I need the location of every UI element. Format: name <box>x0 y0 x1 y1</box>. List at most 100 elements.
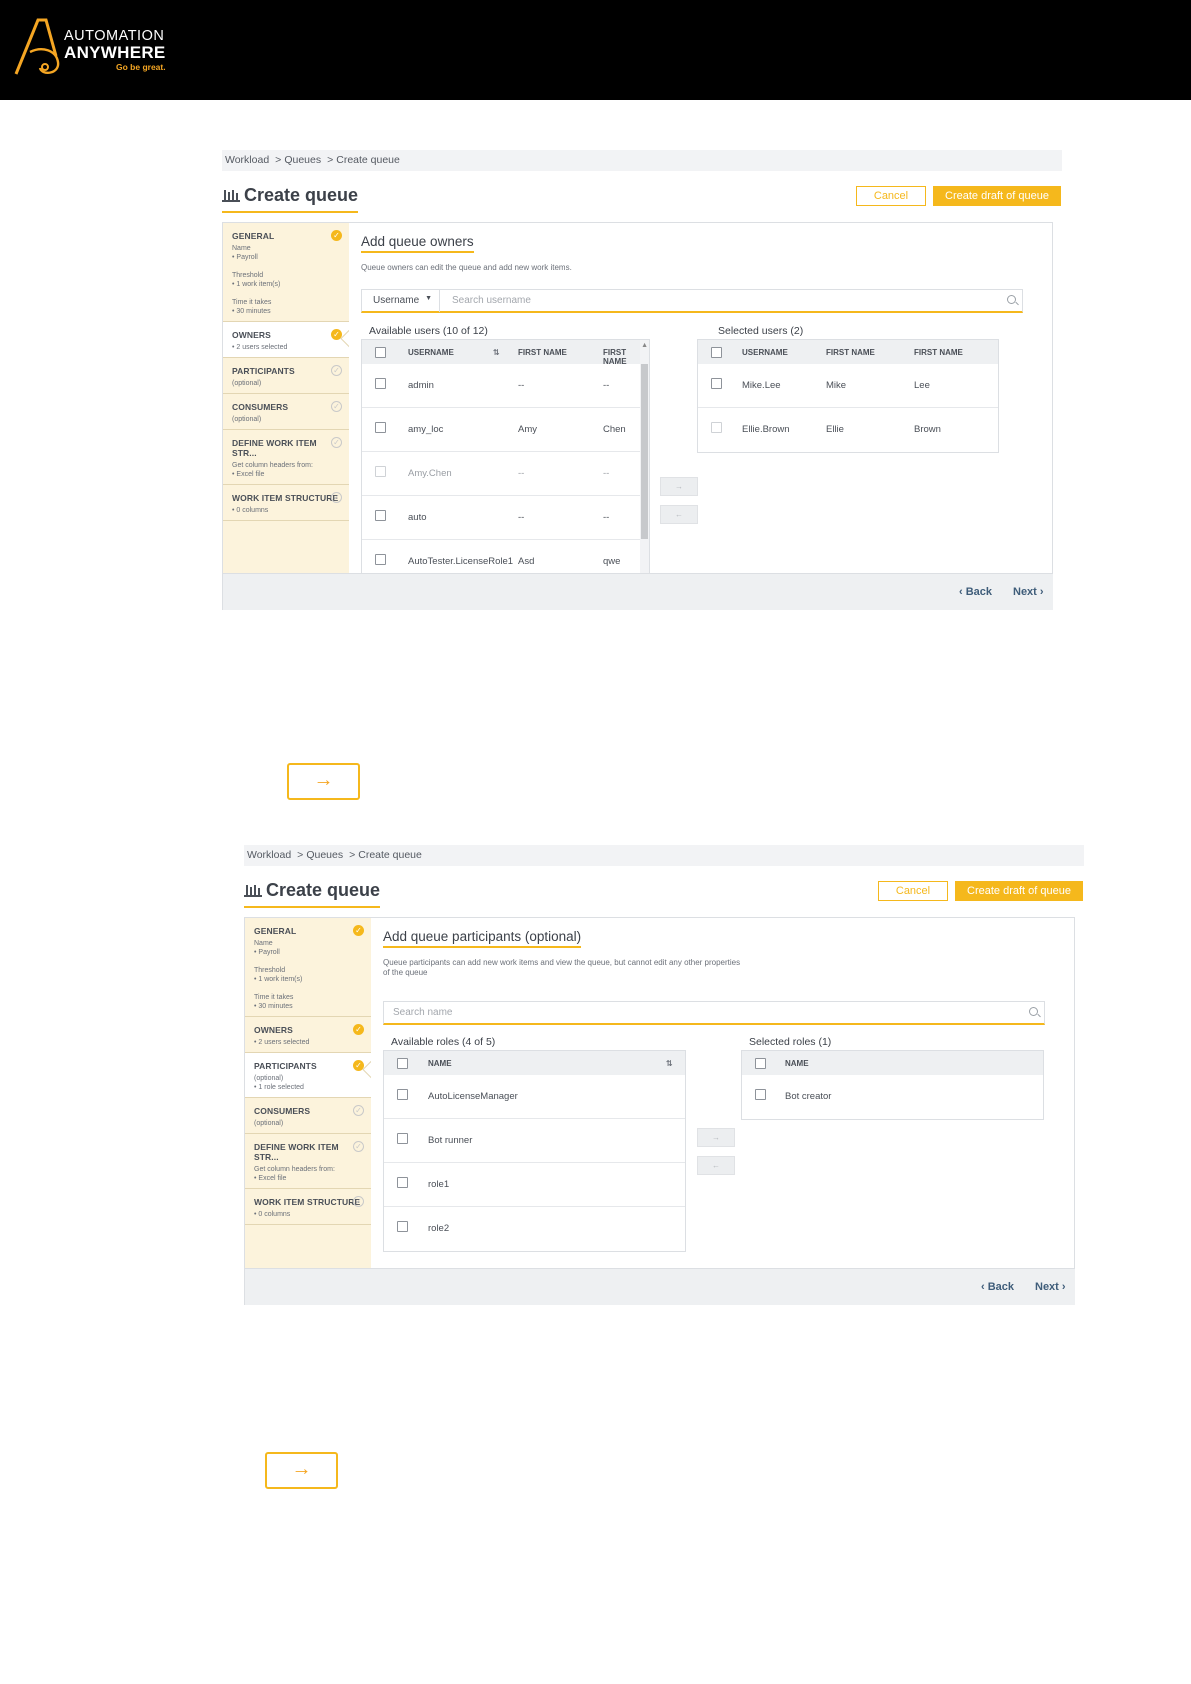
row-checkbox[interactable] <box>397 1133 408 1144</box>
next-button[interactable]: Next › <box>1013 586 1044 598</box>
cell-username: Mike.Lee <box>742 380 781 391</box>
cancel-button[interactable]: Cancel <box>878 881 948 901</box>
sidebar-step[interactable]: GENERAL Name • Payroll Threshold • 1 work… <box>223 223 349 322</box>
cell-first-name: -- <box>518 380 525 391</box>
scroll-up-icon[interactable]: ▲ <box>641 342 648 349</box>
column-name[interactable]: NAME <box>428 1059 452 1068</box>
row-checkbox[interactable] <box>711 378 722 389</box>
move-right-button[interactable]: → <box>660 477 698 496</box>
table-row[interactable]: Bot runner <box>384 1119 685 1163</box>
sidebar-step[interactable]: DEFINE WORK ITEM STR... Get column header… <box>223 430 349 485</box>
row-checkbox[interactable] <box>375 554 386 565</box>
sidebar-step-title: PARTICIPANTS <box>232 366 295 376</box>
sidebar-step-title: WORK ITEM STRUCTURE <box>254 1197 361 1207</box>
table-row[interactable]: Mike.Lee Mike Lee <box>698 364 998 408</box>
column-first-name[interactable]: FIRST NAME <box>518 348 567 357</box>
check-circle-icon: ✓ <box>331 329 342 340</box>
breadcrumb-current: Create queue <box>336 154 400 166</box>
column-first-name[interactable]: FIRST NAME <box>826 348 875 357</box>
breadcrumb-workload[interactable]: Workload <box>247 849 291 861</box>
row-checkbox[interactable] <box>755 1089 766 1100</box>
select-all-checkbox[interactable] <box>755 1058 766 1069</box>
row-checkbox[interactable] <box>711 422 722 433</box>
check-circle-icon: ✓ <box>331 492 342 503</box>
check-circle-icon: ✓ <box>353 925 364 936</box>
sidebar-step[interactable]: WORK ITEM STRUCTURE • 0 columns ✓ <box>245 1189 371 1225</box>
next-button[interactable]: Next › <box>1035 1281 1066 1293</box>
available-users-table: USERNAME ⇅ FIRST NAME FIRST NAME admin -… <box>361 339 650 573</box>
table-row[interactable]: role1 <box>384 1163 685 1207</box>
check-circle-icon: ✓ <box>353 1024 364 1035</box>
select-all-checkbox[interactable] <box>375 347 386 358</box>
search-icon[interactable] <box>1007 295 1016 304</box>
sidebar-step[interactable]: CONSUMERS (optional) ✓ <box>245 1098 371 1134</box>
cancel-button[interactable]: Cancel <box>856 186 926 206</box>
table-row[interactable]: AutoTester.LicenseRole1 Asd qwe <box>362 540 649 573</box>
table-row[interactable]: auto -- -- <box>362 496 649 540</box>
table-row[interactable]: amy_loc Amy Chen <box>362 408 649 452</box>
row-checkbox[interactable] <box>375 510 386 521</box>
column-username[interactable]: USERNAME <box>408 348 454 357</box>
sidebar-step-detail: Get column headers from: • Excel file <box>232 462 313 478</box>
sidebar-step[interactable]: PARTICIPANTS (optional) • 1 role selected… <box>245 1053 371 1098</box>
sidebar-step[interactable]: OWNERS • 2 users selected ✓ <box>223 322 349 358</box>
cell-last-name: Lee <box>914 380 930 391</box>
cell-name: role2 <box>428 1223 450 1234</box>
row-checkbox[interactable] <box>375 378 386 389</box>
table-row[interactable]: Ellie.Brown Ellie Brown <box>698 408 998 452</box>
row-checkbox[interactable] <box>397 1089 408 1100</box>
sidebar-step[interactable]: PARTICIPANTS (optional) ✓ <box>223 358 349 394</box>
sort-icon[interactable]: ⇅ <box>666 1059 673 1068</box>
scrollbar[interactable]: ▲ <box>640 340 649 573</box>
table-row[interactable]: AutoLicenseManager <box>384 1075 685 1119</box>
back-button[interactable]: ‹ Back <box>981 1281 1014 1293</box>
breadcrumb-queues[interactable]: Queues <box>306 849 343 861</box>
row-checkbox[interactable] <box>375 466 386 477</box>
available-roles-table: NAME ⇅ AutoLicenseManager Bot runner rol… <box>383 1050 686 1252</box>
move-left-button[interactable]: ← <box>697 1156 735 1175</box>
column-name[interactable]: NAME <box>785 1059 809 1068</box>
table-row[interactable]: Bot creator <box>742 1075 1043 1119</box>
breadcrumb-queues[interactable]: Queues <box>284 154 321 166</box>
select-all-checkbox[interactable] <box>711 347 722 358</box>
search-input[interactable]: Search username <box>452 295 531 306</box>
search-filter-select[interactable]: Username ▼ <box>362 290 440 312</box>
sidebar-step[interactable]: WORK ITEM STRUCTURE • 0 columns ✓ <box>223 485 349 521</box>
table-row[interactable]: role2 <box>384 1207 685 1251</box>
move-right-button[interactable]: → <box>697 1128 735 1147</box>
row-checkbox[interactable] <box>397 1177 408 1188</box>
sidebar-step-detail: Get column headers from: • Excel file <box>254 1166 335 1182</box>
scrollbar-thumb[interactable] <box>641 364 648 539</box>
cell-last-name: qwe <box>603 556 621 567</box>
search-icon[interactable] <box>1029 1007 1038 1016</box>
logo-text-anywhere: ANYWHERE <box>64 43 166 62</box>
column-last-name[interactable]: FIRST NAME <box>914 348 963 357</box>
search-filter-value: Username <box>373 295 420 306</box>
create-draft-button[interactable]: Create draft of queue <box>955 881 1083 901</box>
table-row[interactable]: Amy.Chen -- -- <box>362 452 649 496</box>
page-title: Create queue <box>244 880 381 908</box>
select-all-checkbox[interactable] <box>397 1058 408 1069</box>
back-button[interactable]: ‹ Back <box>959 586 992 598</box>
breadcrumb-separator: > <box>297 849 304 861</box>
sidebar-step[interactable]: OWNERS • 2 users selected ✓ <box>245 1017 371 1053</box>
section-description: Queue participants can add new work item… <box>383 958 741 977</box>
create-draft-button[interactable]: Create draft of queue <box>933 186 1061 206</box>
row-checkbox[interactable] <box>375 422 386 433</box>
row-checkbox[interactable] <box>397 1221 408 1232</box>
table-header: NAME ⇅ <box>384 1051 685 1075</box>
sidebar-step-title: OWNERS <box>254 1025 293 1035</box>
screen-participants: Workload > Queues > Create queue Create queu… <box>244 845 1084 1305</box>
move-left-button[interactable]: ← <box>660 505 698 524</box>
breadcrumb-workload[interactable]: Workload <box>225 154 269 166</box>
queue-icon <box>222 188 240 202</box>
sidebar-step[interactable]: CONSUMERS (optional) ✓ <box>223 394 349 430</box>
table-row[interactable]: admin -- -- <box>362 364 649 408</box>
sidebar-step[interactable]: DEFINE WORK ITEM STR... Get column header… <box>245 1134 371 1189</box>
cell-first-name: -- <box>518 468 525 479</box>
search-input[interactable]: Search name <box>393 1007 452 1018</box>
sort-icon[interactable]: ⇅ <box>493 348 500 357</box>
column-username[interactable]: USERNAME <box>742 348 788 357</box>
sidebar-step[interactable]: GENERAL Name • Payroll Threshold • 1 work… <box>245 918 371 1017</box>
logo-tagline: Go be great. <box>116 62 166 72</box>
